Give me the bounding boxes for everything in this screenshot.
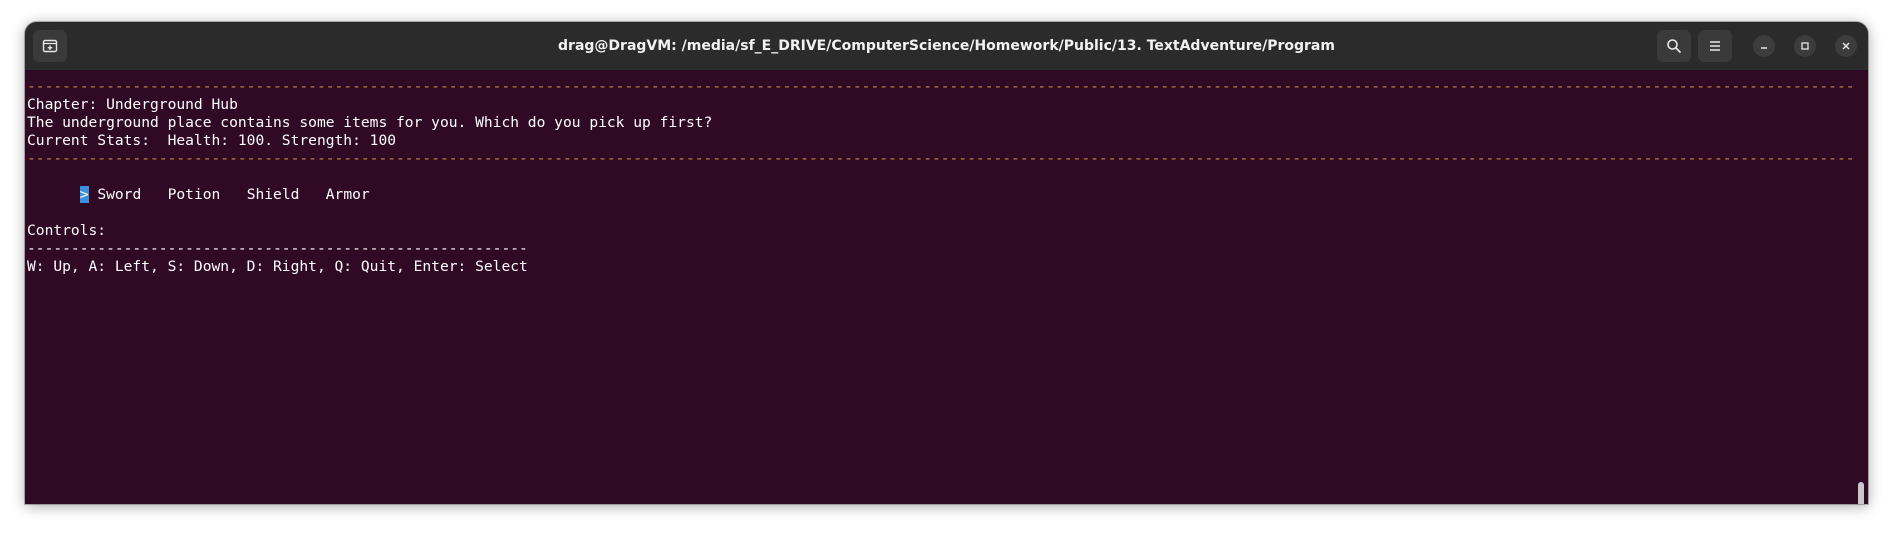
- option-sword[interactable]: Sword: [97, 186, 141, 204]
- option-shield[interactable]: Shield: [247, 186, 300, 204]
- minimize-button[interactable]: [1753, 35, 1775, 57]
- search-icon: [1667, 39, 1681, 53]
- controls-line: W: Up, A: Left, S: Down, D: Right, Q: Qu…: [27, 258, 528, 275]
- maximize-icon: [1801, 42, 1809, 50]
- option-potion[interactable]: Potion: [168, 186, 221, 204]
- controls-header: Controls:: [27, 222, 107, 239]
- menu-button[interactable]: [1698, 30, 1732, 62]
- hamburger-menu-icon: [1710, 41, 1720, 51]
- option-armor[interactable]: Armor: [326, 186, 370, 204]
- terminal-window: drag@DragVM: /media/sf_E_DRIVE/ComputerS…: [25, 22, 1868, 504]
- search-button[interactable]: [1657, 30, 1691, 62]
- scrollbar-thumb[interactable]: [1858, 482, 1864, 504]
- title-bar[interactable]: drag@DragVM: /media/sf_E_DRIVE/ComputerS…: [25, 22, 1868, 70]
- window-title: drag@DragVM: /media/sf_E_DRIVE/ComputerS…: [558, 38, 1335, 54]
- selection-cursor: >: [79, 186, 89, 203]
- description-line: The underground place contains some item…: [27, 114, 713, 131]
- stats-line: Current Stats: Health: 100. Strength: 10…: [27, 132, 397, 149]
- close-button[interactable]: [1835, 35, 1857, 57]
- maximize-button[interactable]: [1794, 35, 1816, 57]
- chapter-line: Chapter: Underground Hub: [27, 96, 238, 113]
- options-line: > Sword Potion Shield Armor: [27, 168, 370, 203]
- terminal-output[interactable]: ----------------------------------------…: [25, 70, 1868, 504]
- separator-top: ----------------------------------------…: [27, 78, 1855, 95]
- controls-separator: ----------------------------------------…: [27, 240, 528, 257]
- minimize-icon: [1761, 47, 1767, 49]
- new-tab-button[interactable]: [33, 30, 67, 62]
- separator-bottom: ----------------------------------------…: [27, 150, 1855, 167]
- new-tab-icon: [42, 39, 58, 53]
- close-icon: [1842, 42, 1850, 50]
